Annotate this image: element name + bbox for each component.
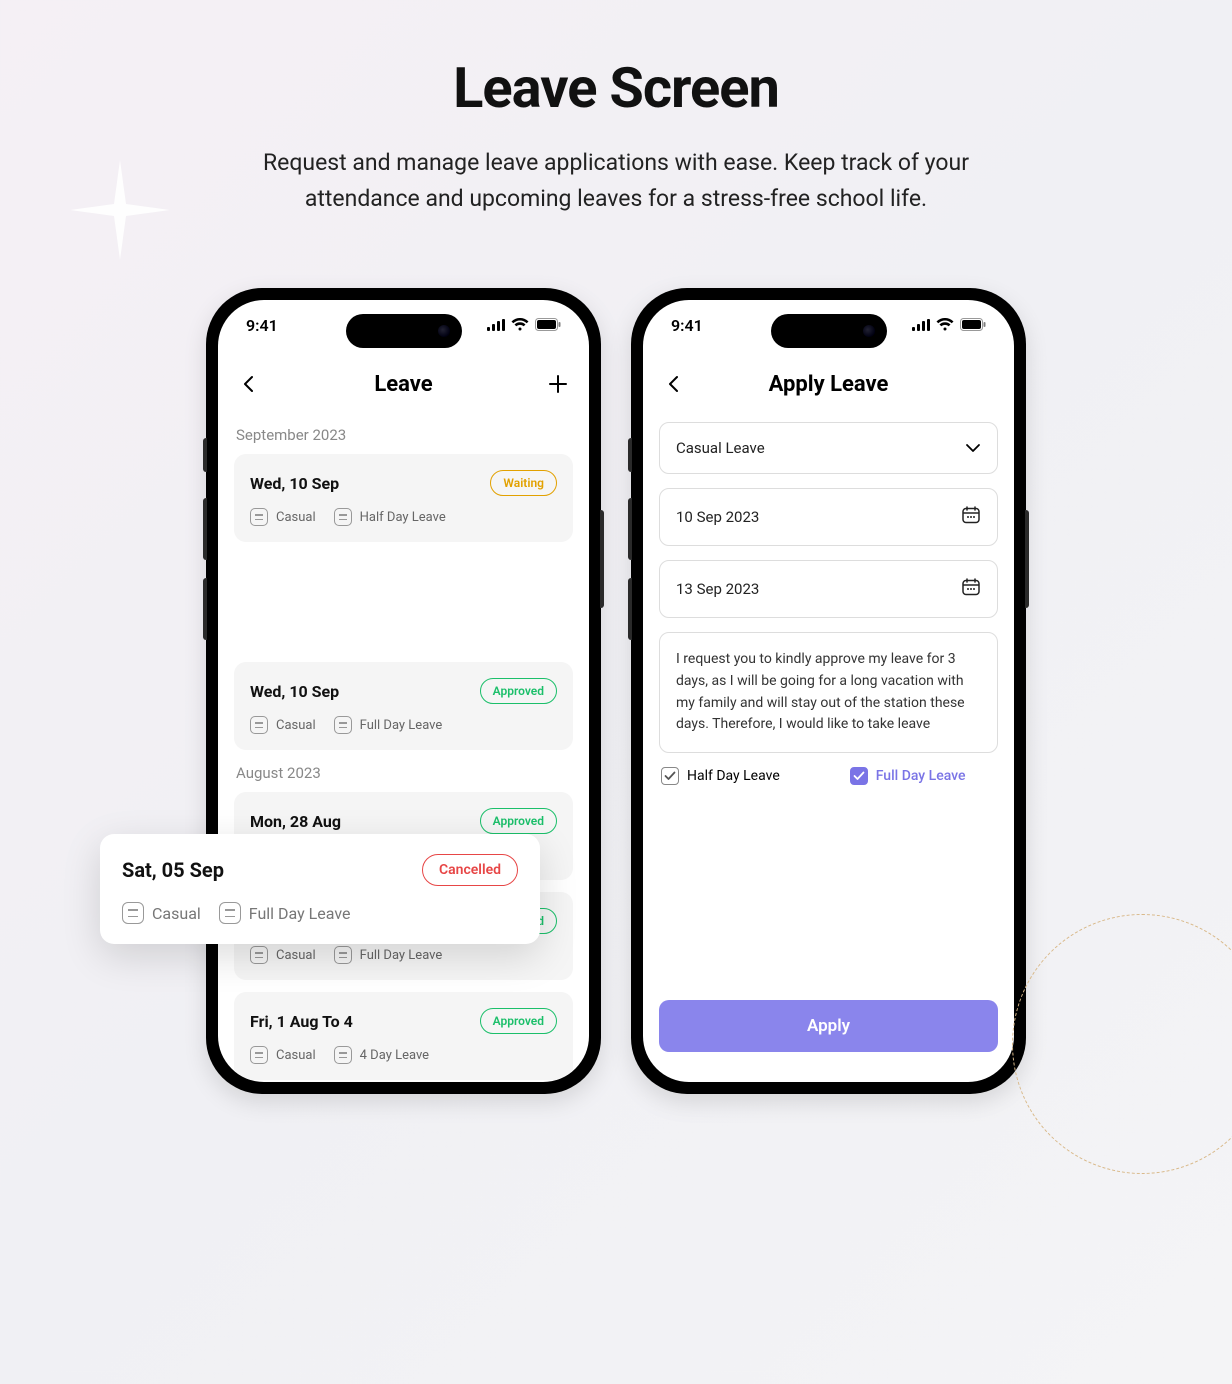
leave-duration: 4 Day Leave (360, 1048, 429, 1063)
status-time: 9:41 (671, 316, 703, 335)
chevron-down-icon (965, 439, 981, 457)
from-date-value: 10 Sep 2023 (676, 508, 759, 526)
leave-duration: Full Day Leave (360, 948, 443, 963)
wifi-icon (936, 316, 954, 335)
leave-type: Casual (152, 904, 201, 923)
leave-date: Fri, 1 Aug To 4 (250, 1012, 353, 1031)
leave-type: Casual (276, 510, 316, 525)
leave-date: Sat, 05 Sep (122, 858, 224, 882)
list-icon (250, 946, 268, 964)
status-badge: Waiting (490, 470, 557, 496)
leave-type: Casual (276, 718, 316, 733)
screen-title: Leave (374, 372, 432, 397)
list-icon (334, 1046, 352, 1064)
page-title: Leave Screen (0, 55, 1232, 121)
page-subtitle: Request and manage leave applications wi… (206, 145, 1026, 216)
signal-icon (487, 316, 505, 335)
full-day-checkbox[interactable]: Full Day Leave (850, 767, 966, 785)
phone-apply-leave: 9:41 Apply Leave Casual Leave (631, 288, 1026, 1094)
full-day-label: Full Day Leave (876, 768, 966, 784)
leave-duration: Full Day Leave (360, 718, 443, 733)
half-day-checkbox[interactable]: Half Day Leave (661, 767, 780, 785)
leave-date: Mon, 28 Aug (250, 812, 341, 831)
list-icon (334, 508, 352, 526)
list-icon (334, 716, 352, 734)
list-icon (250, 1046, 268, 1064)
status-badge: Approved (480, 808, 557, 834)
leave-duration: Full Day Leave (249, 904, 351, 923)
half-day-label: Half Day Leave (687, 768, 780, 784)
battery-icon (960, 316, 986, 335)
leave-date: Wed, 10 Sep (250, 474, 339, 493)
section-header: August 2023 (236, 764, 573, 782)
dynamic-island (346, 314, 462, 348)
leave-type: Casual (276, 948, 316, 963)
reason-textarea[interactable]: I request you to kindly approve my leave… (659, 632, 998, 753)
floating-leave-card[interactable]: Sat, 05 Sep Cancelled Casual Full Day Le… (100, 834, 540, 944)
wifi-icon (511, 316, 529, 335)
list-icon (250, 508, 268, 526)
checkbox-icon (850, 767, 868, 785)
to-date-value: 13 Sep 2023 (676, 580, 759, 598)
leave-card[interactable]: Wed, 10 Sep Approved Casual Full Day Lea… (234, 662, 573, 750)
add-icon[interactable] (545, 371, 571, 397)
screen-title: Apply Leave (769, 372, 889, 397)
leave-type: Casual (276, 1048, 316, 1063)
leave-card[interactable]: Wed, 10 Sep Waiting Casual Half Day Leav… (234, 454, 573, 542)
signal-icon (912, 316, 930, 335)
to-date-field[interactable]: 13 Sep 2023 (659, 560, 998, 618)
spacer (970, 371, 996, 397)
dynamic-island (771, 314, 887, 348)
apply-button[interactable]: Apply (659, 1000, 998, 1052)
leave-date: Wed, 10 Sep (250, 682, 339, 701)
battery-icon (535, 316, 561, 335)
from-date-field[interactable]: 10 Sep 2023 (659, 488, 998, 546)
leave-type-value: Casual Leave (676, 439, 765, 457)
list-icon (122, 902, 144, 924)
checkbox-icon (661, 767, 679, 785)
status-badge: Approved (480, 678, 557, 704)
back-icon[interactable] (661, 371, 687, 397)
leave-card[interactable]: Fri, 1 Aug To 4 Approved Casual 4 Day Le… (234, 992, 573, 1080)
back-icon[interactable] (236, 371, 262, 397)
status-badge: Cancelled (422, 854, 518, 886)
status-time: 9:41 (246, 316, 278, 335)
list-icon (219, 902, 241, 924)
calendar-icon (961, 577, 981, 601)
list-icon (334, 946, 352, 964)
phone-leave-list: 9:41 Leave September 2023 (206, 288, 601, 1094)
leave-type-dropdown[interactable]: Casual Leave (659, 422, 998, 474)
calendar-icon (961, 505, 981, 529)
leave-duration: Half Day Leave (360, 510, 446, 525)
list-icon (250, 716, 268, 734)
status-badge: Approved (480, 1008, 557, 1034)
section-header: September 2023 (236, 426, 573, 444)
